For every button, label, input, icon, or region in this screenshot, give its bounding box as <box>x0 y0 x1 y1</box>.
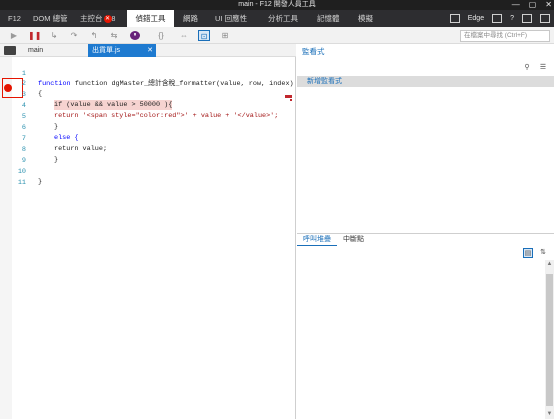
tab-debugger[interactable]: 偵錯工具 <box>127 10 174 27</box>
callstack-tabs: 呼叫堆疊 中斷點 <box>297 234 554 246</box>
code-text: } <box>38 178 43 186</box>
doc-tab-active[interactable]: 出貨單.js ✕ <box>88 44 156 57</box>
f12-label: F12 <box>8 14 21 23</box>
add-watch-icon[interactable]: ⚲ <box>522 63 532 72</box>
doc-tab-active-label: 出貨單.js <box>92 47 120 54</box>
close-tab-icon[interactable]: ✕ <box>147 44 153 57</box>
exception-behavior-icon[interactable]: ⏸ <box>130 31 140 40</box>
doc-tab-main[interactable]: main <box>28 44 43 57</box>
search-in-files-input[interactable]: 在檔案中尋找 (Ctrl+F) <box>460 30 550 42</box>
show-frames-icon[interactable]: ▤ <box>523 248 533 258</box>
code-line: 3 if (value && value > 50000 ){ <box>0 80 296 110</box>
undock-icon[interactable] <box>540 14 550 23</box>
tab-memory[interactable]: 記憶體 <box>317 10 340 27</box>
tab-console-label: 主控台 <box>80 14 103 23</box>
step-into-icon[interactable]: ↳ <box>48 30 60 41</box>
window-title: main - F12 開發人員工具 <box>238 1 316 8</box>
error-marker-icon[interactable] <box>285 95 292 98</box>
document-tab-bar: main 出貨單.js ✕ <box>0 44 296 57</box>
console-error-count: 8 <box>111 16 116 23</box>
right-tools: Edge ? <box>446 10 554 27</box>
code-line: 2 { <box>0 69 296 98</box>
error-icon: ✕ <box>103 15 112 24</box>
folder-icon[interactable] <box>4 46 16 55</box>
error-marker-dot <box>290 99 292 101</box>
console-toggle-icon[interactable] <box>492 14 503 23</box>
tab-breakpoints[interactable]: 中斷點 <box>337 234 370 246</box>
step-out-icon[interactable]: ↰ <box>88 30 100 41</box>
title-bar: main - F12 開發人員工具 — ▢ ✕ <box>0 0 554 10</box>
code-line: 7 return value; <box>0 124 296 153</box>
pin-icon[interactable] <box>522 14 532 23</box>
scroll-down-icon[interactable]: ▼ <box>545 410 554 419</box>
code-line: 8 } <box>0 135 296 164</box>
async-frames-icon[interactable]: ⇅ <box>538 248 548 258</box>
code-line: 1 function function dgMaster_總計含稅_format… <box>0 59 296 88</box>
main-tab-bar: F12 DOM 總管 主控台 ✕8 偵錯工具 網路 UI 回應性 分析工具 記憶體… <box>0 10 554 27</box>
minimize-button[interactable]: — <box>512 0 520 10</box>
tab-network[interactable]: 網路 <box>183 10 198 27</box>
break-icon[interactable]: ❚❚ <box>28 30 41 41</box>
callstack-scrollbar[interactable]: ▲ ▼ <box>545 260 554 419</box>
code-line: 6 else { <box>0 113 296 142</box>
code-line: 10 } <box>0 157 296 186</box>
pretty-print-icon[interactable]: {} <box>155 30 167 41</box>
tab-profiler[interactable]: 分析工具 <box>268 10 298 27</box>
scroll-thumb[interactable] <box>546 274 553 406</box>
clear-breakpoints-icon[interactable]: ⊞ <box>219 30 231 41</box>
word-wrap-icon[interactable]: ⇔ <box>178 30 190 41</box>
tab-dom-explorer[interactable]: DOM 總管 <box>33 10 68 27</box>
code-line: 9 <box>0 146 296 165</box>
close-button[interactable]: ✕ <box>545 0 552 10</box>
code-line: 4 return '<span style="color:red">' + va… <box>0 91 296 120</box>
window-controls: — ▢ ✕ <box>512 0 552 10</box>
break-on-new-worker-icon[interactable]: ⇆ <box>108 30 120 41</box>
monitor-icon[interactable] <box>449 14 460 23</box>
continue-icon[interactable]: ▶ <box>8 30 20 41</box>
callstack-pane: 呼叫堆疊 中斷點 ▤ ⇅ ▲ ▼ <box>297 234 554 419</box>
watch-pane: 監看式 ⚲ ☰ 新增監看式 <box>297 44 554 233</box>
callstack-tools: ▤ ⇅ <box>523 248 548 258</box>
maximize-button[interactable]: ▢ <box>529 0 537 10</box>
watch-tools: ⚲ ☰ <box>522 63 548 72</box>
help-button[interactable]: ? <box>510 15 514 22</box>
add-watch-row[interactable]: 新增監看式 <box>297 76 554 87</box>
tab-emulation[interactable]: 模擬 <box>358 10 373 27</box>
tab-console[interactable]: 主控台 ✕8 <box>80 10 115 27</box>
just-my-code-icon[interactable]: ⊡ <box>198 30 210 41</box>
tab-call-stack[interactable]: 呼叫堆疊 <box>297 234 337 246</box>
step-over-icon[interactable]: ↷ <box>68 30 80 41</box>
code-line: 11 <box>0 168 296 187</box>
line-number: 11 <box>17 179 26 187</box>
code-editor[interactable]: 1 function function dgMaster_總計含稅_format… <box>0 57 296 419</box>
scroll-up-icon[interactable]: ▲ <box>545 260 554 269</box>
browser-label[interactable]: Edge <box>468 15 484 22</box>
watch-title: 監看式 <box>302 47 325 56</box>
debugger-toolbar: ▶ ❚❚ ↳ ↷ ↰ ⇆ ⏸ {} ⇔ ⊡ ⊞ 在檔案中尋找 (Ctrl+F) <box>0 27 554 44</box>
tab-ui-responsiveness[interactable]: UI 回應性 <box>215 10 247 27</box>
code-line: 5 } <box>0 102 296 131</box>
delete-watch-icon[interactable]: ☰ <box>538 63 548 72</box>
